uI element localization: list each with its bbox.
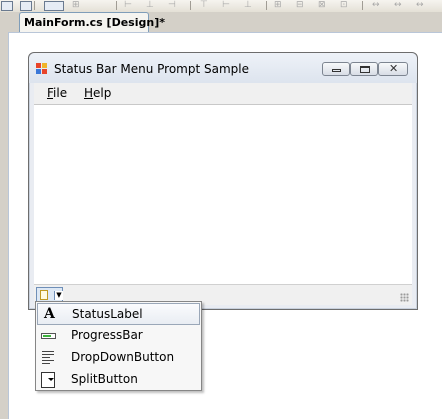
toolbar-separator [266, 1, 267, 10]
menu-item-statuslabel[interactable]: A StatusLabel [37, 303, 200, 325]
align-top-icon[interactable]: ⊤ [200, 0, 208, 10]
dropdown-button-icon [41, 350, 55, 366]
align-left-icon[interactable]: ⊢ [124, 0, 132, 10]
menu-item-label: SplitButton [71, 372, 138, 386]
toolbar-separator [190, 1, 191, 10]
form-client-area[interactable] [34, 104, 412, 285]
spacing-icon[interactable]: ↔ [416, 0, 424, 10]
menu-item-label: DropDownButton [71, 350, 175, 364]
align-right-icon[interactable]: ⊣ [168, 0, 176, 10]
align-middle-icon[interactable]: ⊢ [222, 0, 230, 10]
close-button[interactable]: ✕ [378, 62, 408, 76]
toolbar-icon[interactable] [20, 1, 32, 11]
designed-form-window[interactable]: Status Bar Menu Prompt Sample ✕ File Hel… [28, 52, 418, 310]
size-icon[interactable]: ⊞ [274, 0, 282, 10]
toolbar-icon[interactable] [1, 1, 13, 11]
toolbar-dropdown-icon[interactable] [44, 1, 64, 11]
document-tab-strip: MainForm.cs [Design]* [0, 12, 442, 32]
form-app-icon [36, 63, 48, 74]
menu-file[interactable]: File [47, 86, 67, 100]
split-button-icon [41, 372, 55, 388]
grid-icon[interactable]: ⊡ [340, 0, 348, 10]
form-title-bar[interactable]: Status Bar Menu Prompt Sample ✕ [29, 53, 417, 83]
menu-item-label: ProgressBar [71, 328, 143, 342]
menu-file-label-rest: ile [53, 86, 68, 100]
align-center-icon[interactable]: ⊥ [146, 0, 154, 10]
resize-grip-icon[interactable] [400, 293, 409, 302]
minimize-icon [332, 69, 341, 72]
spacing-icon[interactable]: ↔ [372, 0, 380, 10]
align-bottom-icon[interactable]: ⊥ [244, 0, 252, 10]
form-menu-bar: File Help [34, 83, 412, 104]
align-icon[interactable]: ⊞ [72, 0, 80, 10]
menu-help-mnemonic: H [84, 86, 94, 100]
menu-item-dropdownbutton[interactable]: DropDownButton [37, 347, 200, 369]
maximize-button[interactable] [350, 62, 378, 76]
maximize-icon [360, 66, 370, 73]
menu-item-label: StatusLabel [72, 307, 143, 321]
menu-help-label-rest: elp [93, 86, 112, 100]
menu-item-progressbar[interactable]: ProgressBar [37, 325, 200, 347]
toolbar-separator [116, 1, 117, 10]
tab-mainform-design[interactable]: MainForm.cs [Design]* [19, 12, 165, 32]
menu-item-splitbutton[interactable]: SplitButton [37, 369, 200, 391]
menu-help[interactable]: Help [84, 86, 111, 100]
toolbar-separator [362, 1, 363, 10]
progress-bar-icon [41, 333, 56, 339]
new-item-icon [40, 290, 48, 300]
size-icon[interactable]: ⊟ [296, 0, 304, 10]
size-icon[interactable]: ⊠ [318, 0, 326, 10]
status-item-type-menu: A StatusLabel ProgressBar DropDownButton… [35, 301, 202, 391]
status-label-icon: A [44, 306, 55, 322]
spacing-icon[interactable]: ↔ [394, 0, 402, 10]
chevron-down-icon[interactable]: ▼ [54, 291, 63, 300]
toolbar-separator [34, 1, 35, 10]
form-title: Status Bar Menu Prompt Sample [54, 62, 250, 76]
close-icon: ✕ [389, 62, 399, 75]
minimize-button[interactable] [322, 62, 350, 76]
